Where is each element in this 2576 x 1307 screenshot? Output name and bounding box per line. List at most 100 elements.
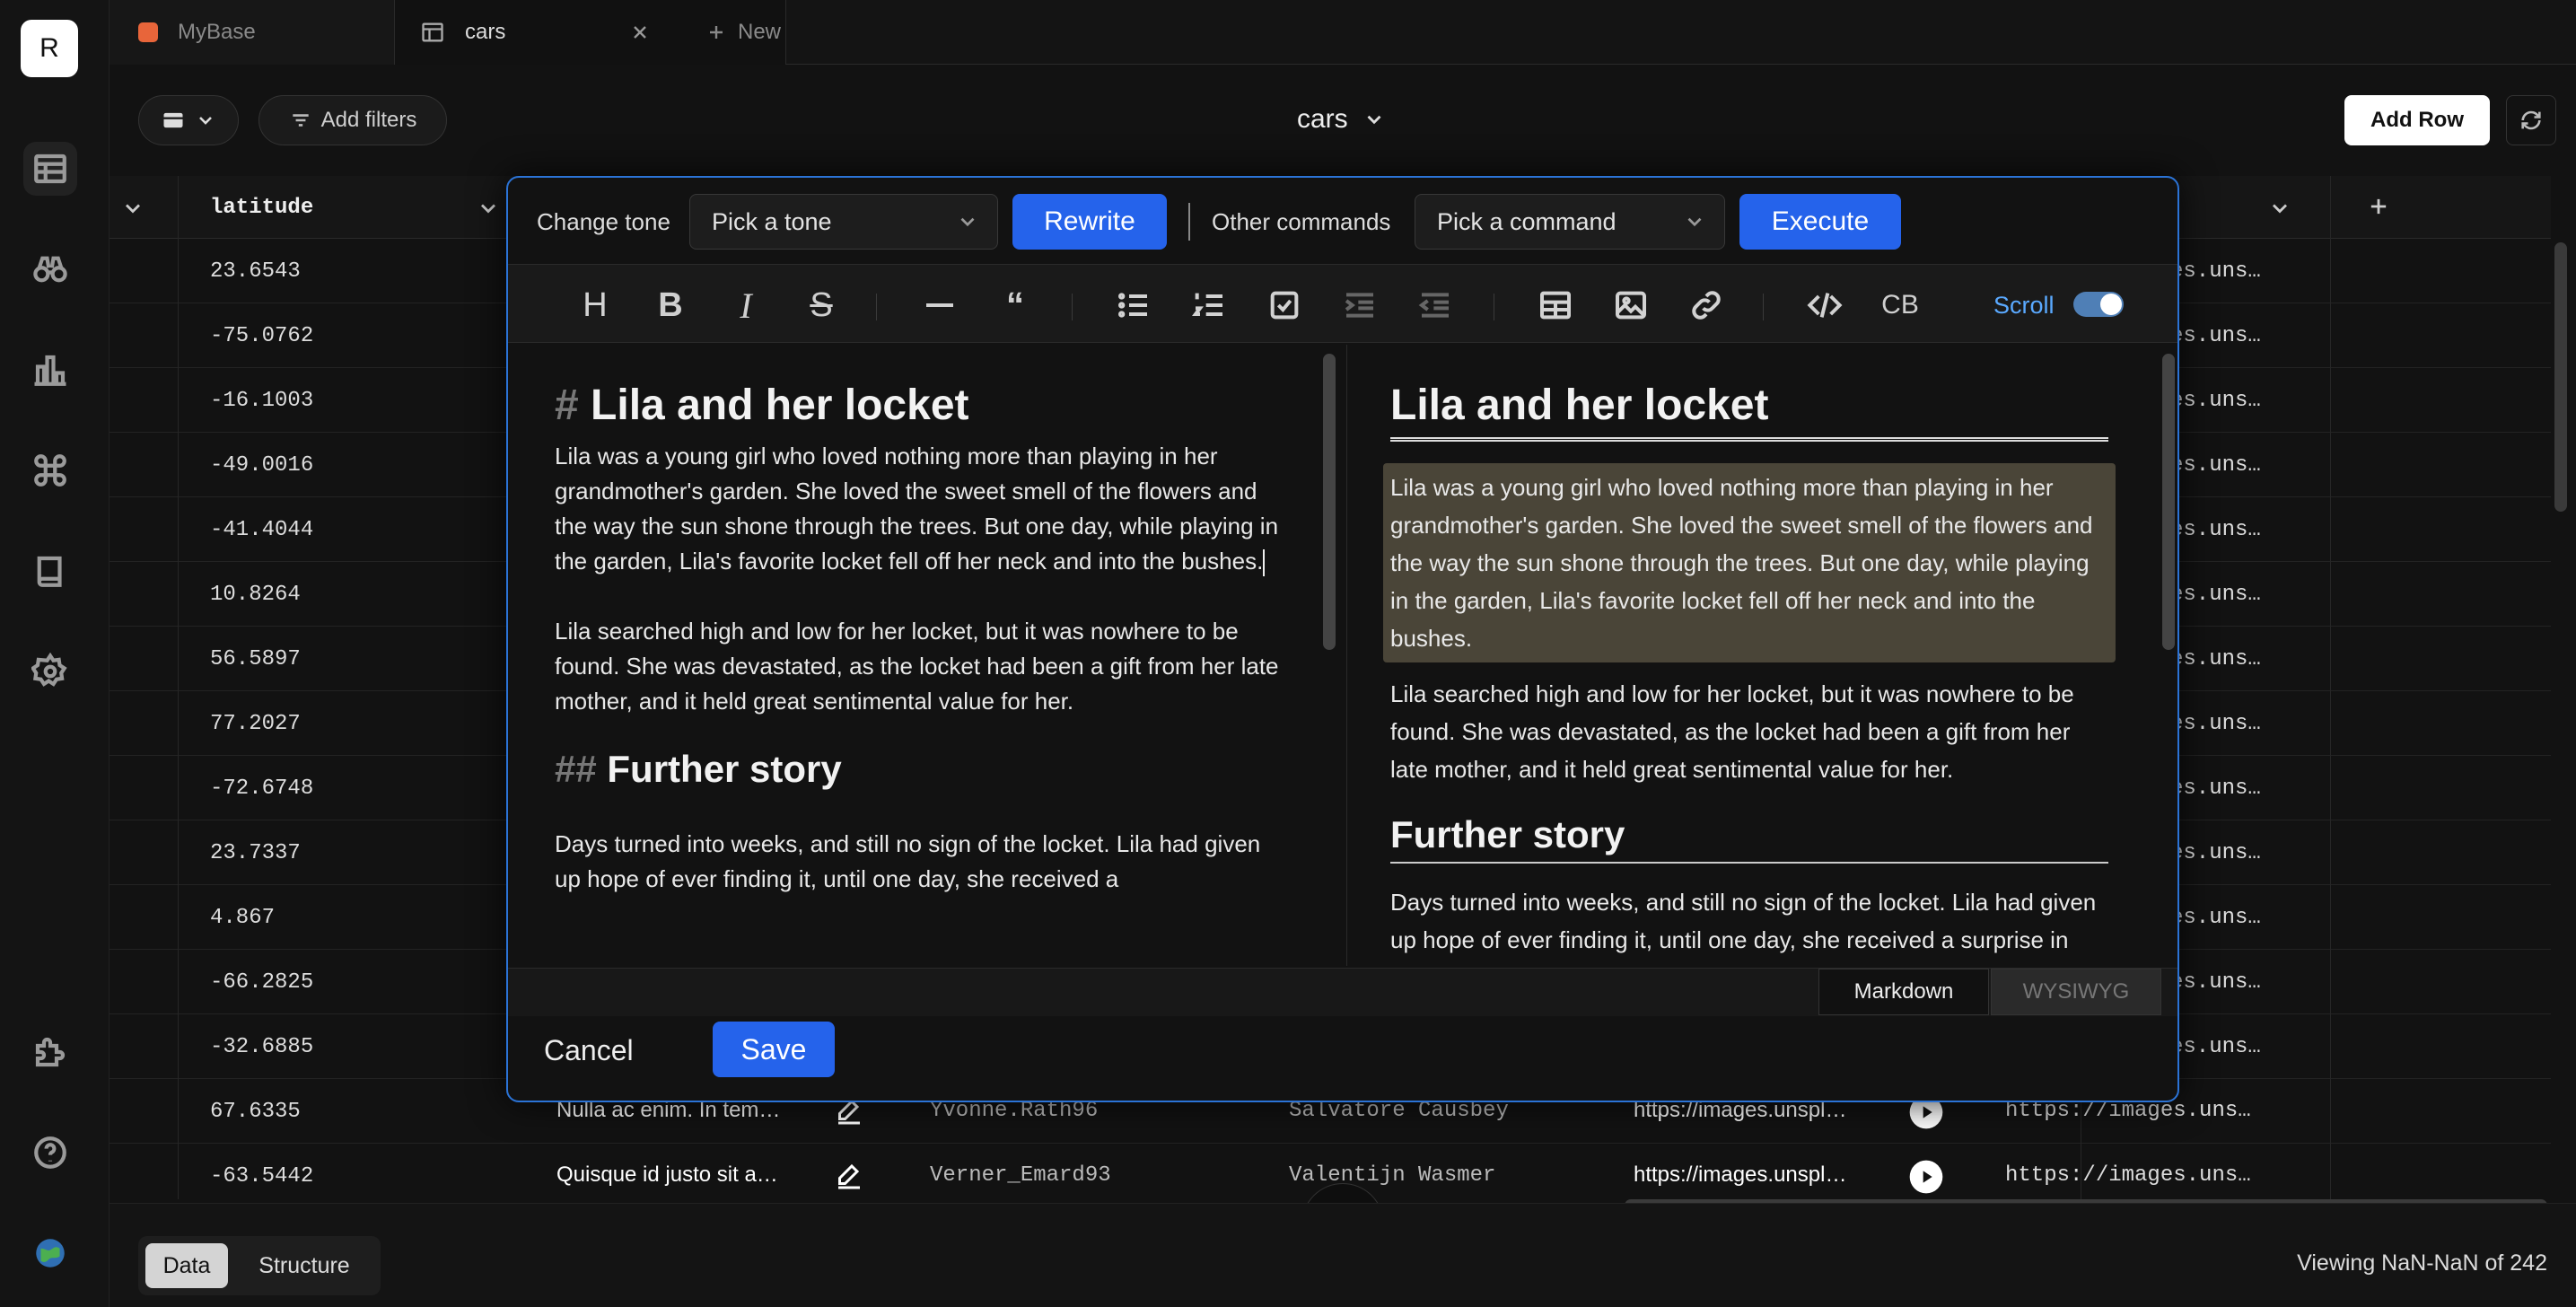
save-button[interactable]: Save xyxy=(713,1022,835,1077)
bold-icon[interactable]: B xyxy=(648,283,693,328)
cell-url[interactable]: https://images.unspl… xyxy=(1634,1143,1846,1207)
base-color-icon xyxy=(138,22,158,42)
code-icon[interactable] xyxy=(1802,283,1847,328)
horizontal-rule-icon[interactable] xyxy=(917,283,962,328)
play-icon[interactable] xyxy=(1908,1159,1944,1195)
editor-mode-bar: Markdown WYSIWYG xyxy=(508,968,2177,1016)
table-icon xyxy=(422,22,443,42)
command-icon[interactable] xyxy=(23,443,77,497)
cell-url-2[interactable]: es.uns… xyxy=(2170,562,2261,627)
bar-chart-icon[interactable] xyxy=(23,343,77,397)
user-avatar[interactable] xyxy=(23,1226,77,1280)
outdent-icon[interactable] xyxy=(1413,283,1458,328)
cell-url-2[interactable]: es.uns… xyxy=(2170,627,2261,691)
cell-latitude[interactable]: 56.5897 xyxy=(210,627,301,691)
cell-latitude[interactable]: -75.0762 xyxy=(210,303,313,368)
cell-text[interactable]: Quisque id justo sit a… xyxy=(556,1143,778,1207)
binoculars-icon[interactable] xyxy=(23,242,77,296)
source-title: Lila and her locket xyxy=(591,382,969,429)
column-menu-chevron-icon[interactable] xyxy=(2267,196,2292,221)
numbered-list-icon[interactable] xyxy=(1187,283,1231,328)
execute-button[interactable]: Execute xyxy=(1739,194,1901,250)
cell-latitude[interactable]: -41.4044 xyxy=(210,497,313,562)
vertical-scrollbar[interactable] xyxy=(2554,242,2567,512)
task-list-icon[interactable] xyxy=(1262,283,1307,328)
column-menu-chevron-icon[interactable] xyxy=(476,196,501,221)
workspace-logo[interactable]: R xyxy=(21,20,78,77)
cell-latitude[interactable]: 10.8264 xyxy=(210,562,301,627)
divider xyxy=(1188,203,1190,241)
refresh-icon xyxy=(2521,110,2541,130)
heading-marker: # xyxy=(555,382,579,429)
book-icon[interactable] xyxy=(23,544,77,598)
refresh-button[interactable] xyxy=(2506,95,2556,145)
cell-url-2[interactable]: es.uns… xyxy=(2170,1014,2261,1079)
close-tab-icon[interactable] xyxy=(629,22,651,43)
puzzle-plugin-icon[interactable] xyxy=(23,1025,77,1079)
filter-icon xyxy=(292,114,309,127)
new-tab-label: New xyxy=(738,20,782,44)
add-filters-button[interactable]: Add filters xyxy=(258,95,447,145)
data-view-button[interactable]: Data xyxy=(145,1243,228,1288)
cell-latitude[interactable]: 4.867 xyxy=(210,885,275,950)
link-icon[interactable] xyxy=(1684,283,1729,328)
new-tab-button[interactable]: New xyxy=(705,0,781,65)
cell-latitude[interactable]: -32.6885 xyxy=(210,1014,313,1079)
quote-icon[interactable]: “ xyxy=(993,283,1038,328)
cell-url-2[interactable]: es.uns… xyxy=(2170,497,2261,562)
indent-icon[interactable] xyxy=(1337,283,1382,328)
cell-latitude[interactable]: 23.7337 xyxy=(210,820,301,885)
scroll-sync-toggle[interactable] xyxy=(2073,292,2124,317)
cell-latitude[interactable]: 67.6335 xyxy=(210,1079,301,1144)
add-column-plus-icon[interactable] xyxy=(2366,194,2391,219)
cell-url-2[interactable]: es.uns… xyxy=(2170,885,2261,950)
markdown-mode-tab[interactable]: Markdown xyxy=(1818,969,1989,1015)
cell-username[interactable]: Verner_Emard93 xyxy=(930,1143,1111,1207)
image-icon[interactable] xyxy=(1608,283,1653,328)
cell-url-2[interactable]: es.uns… xyxy=(2170,756,2261,820)
rewrite-button[interactable]: Rewrite xyxy=(1012,194,1167,250)
view-switcher-button[interactable] xyxy=(138,95,239,145)
cell-url-2[interactable]: es.uns… xyxy=(2170,691,2261,756)
cell-url-2[interactable]: es.uns… xyxy=(2170,303,2261,368)
heading-icon[interactable]: H xyxy=(573,283,618,328)
cell-url-2[interactable]: es.uns… xyxy=(2170,950,2261,1014)
command-select[interactable]: Pick a command xyxy=(1415,194,1725,250)
cell-url-2[interactable]: es.uns… xyxy=(2170,239,2261,303)
tab-mybase[interactable]: MyBase xyxy=(110,0,395,65)
strikethrough-icon[interactable]: S xyxy=(799,283,844,328)
code-block-icon[interactable]: CB xyxy=(1878,283,1923,328)
cancel-button[interactable]: Cancel xyxy=(544,1034,634,1067)
bullet-list-icon[interactable] xyxy=(1111,283,1156,328)
wysiwyg-preview-pane[interactable]: Lila and her locket Lila was a young gir… xyxy=(1346,345,2177,966)
chevron-down-icon[interactable] xyxy=(120,196,145,221)
cell-url-2[interactable]: es.uns… xyxy=(2170,433,2261,497)
cell-latitude[interactable]: 77.2027 xyxy=(210,691,301,756)
wysiwyg-mode-tab[interactable]: WYSIWYG xyxy=(1991,969,2161,1015)
cell-url-2[interactable]: es.uns… xyxy=(2170,368,2261,433)
preview-scrollbar[interactable] xyxy=(2162,354,2175,650)
table-insert-icon[interactable] xyxy=(1533,283,1578,328)
column-header-latitude[interactable]: latitude xyxy=(210,176,313,239)
source-scrollbar[interactable] xyxy=(1323,354,1336,650)
structure-view-button[interactable]: Structure xyxy=(237,1243,372,1288)
table-icon[interactable] xyxy=(23,142,77,196)
cell-url-2[interactable]: es.uns… xyxy=(2170,820,2261,885)
italic-icon[interactable]: I xyxy=(723,283,768,328)
cell-latitude[interactable]: -63.5442 xyxy=(210,1144,313,1199)
tone-select[interactable]: Pick a tone xyxy=(689,194,998,250)
cell-url-2[interactable]: https://images.uns… xyxy=(2005,1143,2251,1207)
heading-marker: ## xyxy=(555,748,597,790)
cell-latitude[interactable]: 23.6543 xyxy=(210,239,301,303)
cell-latitude[interactable]: -16.1003 xyxy=(210,368,313,433)
help-icon[interactable] xyxy=(23,1126,77,1180)
settings-gear-icon[interactable] xyxy=(23,645,77,698)
edit-pencil-icon[interactable] xyxy=(833,1161,865,1193)
markdown-source-pane[interactable]: # Lila and her locket Lila was a young g… xyxy=(508,345,1337,966)
cell-latitude[interactable]: -72.6748 xyxy=(210,756,313,820)
chevron-down-icon xyxy=(1687,217,1702,227)
cell-latitude[interactable]: -49.0016 xyxy=(210,433,313,497)
table-title-dropdown[interactable]: cars xyxy=(1297,104,1386,135)
cell-latitude[interactable]: -66.2825 xyxy=(210,950,313,1014)
add-row-button[interactable]: Add Row xyxy=(2344,95,2490,145)
